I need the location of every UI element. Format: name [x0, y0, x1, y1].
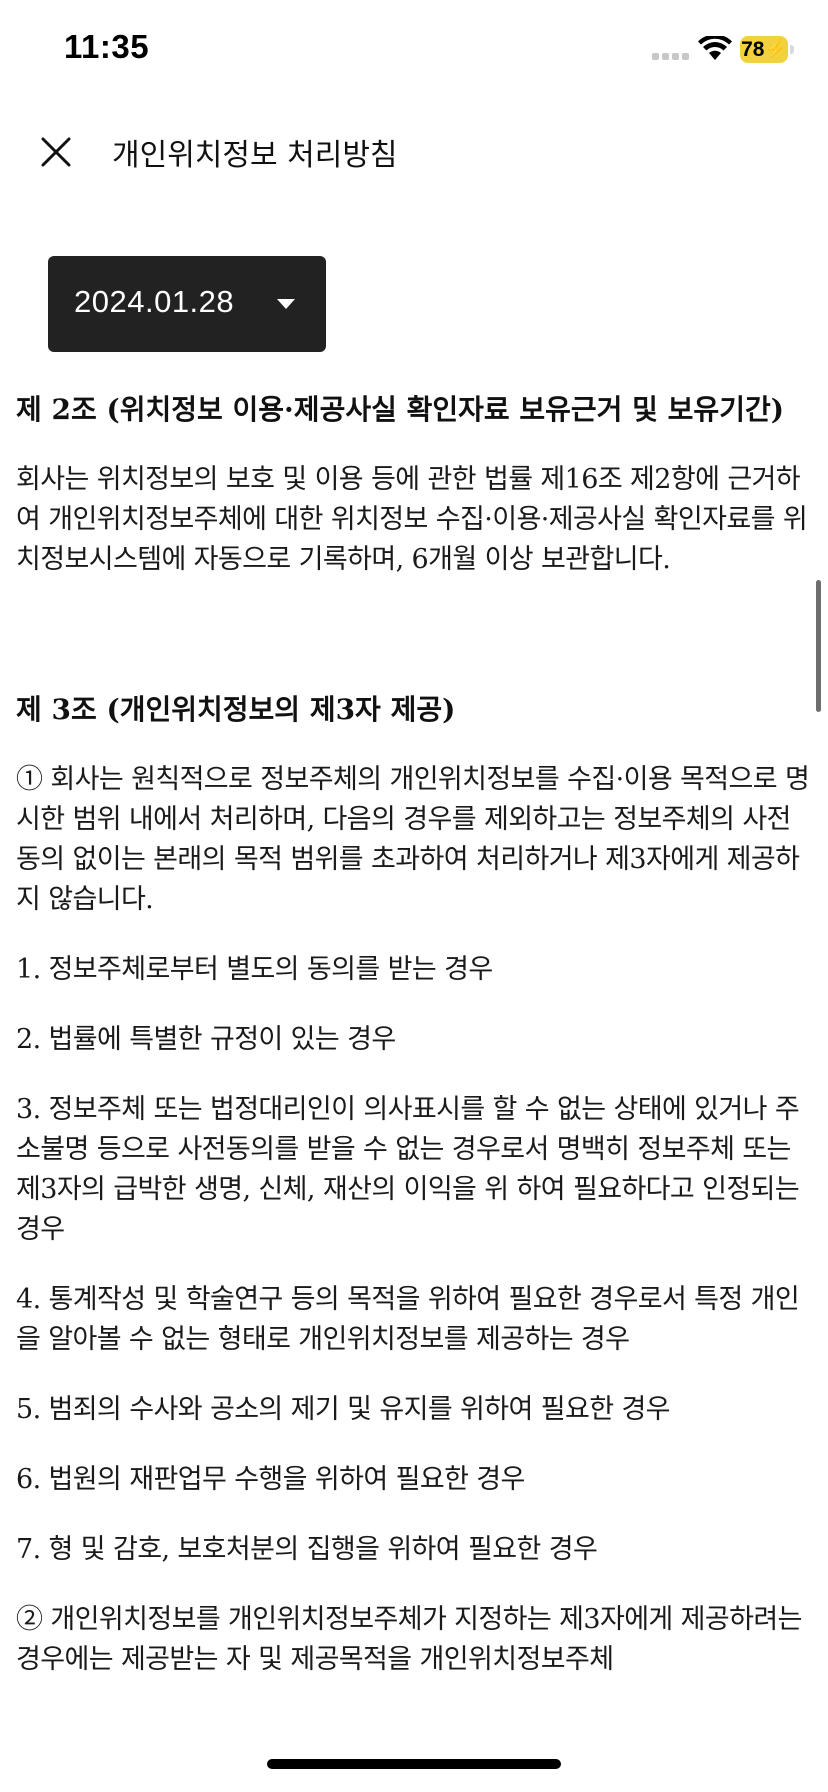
article-title: 제 3조 (개인위치정보의 제3자 제공) [16, 693, 456, 726]
policy-content: 제 2조 (위치정보 이용·제공사실 확인자료 보유근거 및 보유기간) 회사는… [16, 390, 812, 1718]
list-item: 2. 법률에 특별한 규정이 있는 경우 [16, 1024, 396, 1055]
scrollbar[interactable] [816, 580, 821, 712]
list-item: 7. 형 및 감호, 보호처분의 집행을 위하여 필요한 경우 [16, 1534, 598, 1565]
date-version-select[interactable]: 2024.01.28 [48, 256, 326, 352]
article-2: 제 2조 (위치정보 이용·제공사실 확인자료 보유근거 및 보유기간) 회사는… [16, 390, 812, 580]
article-paragraph: ① 회사는 원칙적으로 정보주체의 개인위치정보를 수집·이용 목적으로 명시한… [16, 764, 810, 915]
list-item: 5. 범죄의 수사와 공소의 제기 및 유지를 위하여 필요한 경우 [16, 1394, 671, 1425]
caret-down-icon [277, 299, 295, 309]
header: 개인위치정보 처리방침 [0, 110, 828, 194]
list-item: 4. 통계작성 및 학술연구 등의 목적을 위하여 필요한 경우로서 특정 개인… [16, 1284, 800, 1355]
home-indicator[interactable] [267, 1759, 561, 1769]
close-icon[interactable] [34, 130, 78, 174]
battery-cap [790, 45, 794, 54]
page-title: 개인위치정보 처리방침 [112, 138, 398, 173]
article-paragraph: 회사는 위치정보의 보호 및 이용 등에 관한 법률 제16조 제2항에 근거하… [16, 464, 808, 575]
date-select-value: 2024.01.28 [74, 284, 235, 319]
battery-charging-icon: 78 ⚡ [740, 36, 788, 63]
list-item: 3. 정보주체 또는 법정대리인이 의사표시를 할 수 없는 상태에 있거나 주… [16, 1094, 800, 1245]
status-bar: 11:35 78 ⚡ [0, 0, 828, 100]
screen: 11:35 78 ⚡ 개인위치정보 처리방침 2024.01.28 제 2조 (위… [0, 0, 828, 1792]
status-time: 11:35 [64, 28, 150, 65]
article-3: 제 3조 (개인위치정보의 제3자 제공) ① 회사는 원칙적으로 정보주체의 … [16, 690, 812, 1680]
article-paragraph: ② 개인위치정보를 개인위치정보주체가 지정하는 제3자에게 제공하려는 경우에… [16, 1604, 802, 1675]
article-title: 제 2조 (위치정보 이용·제공사실 확인자료 보유근거 및 보유기간) [16, 393, 784, 426]
list-item: 6. 법원의 재판업무 수행을 위하여 필요한 경우 [16, 1464, 525, 1495]
bottom-area [0, 1718, 828, 1792]
list-item: 1. 정보주체로부터 별도의 동의를 받는 경우 [16, 954, 493, 985]
battery-level: 78 [741, 37, 765, 61]
wifi-icon [698, 36, 732, 60]
cellular-signal-icon [652, 53, 690, 61]
